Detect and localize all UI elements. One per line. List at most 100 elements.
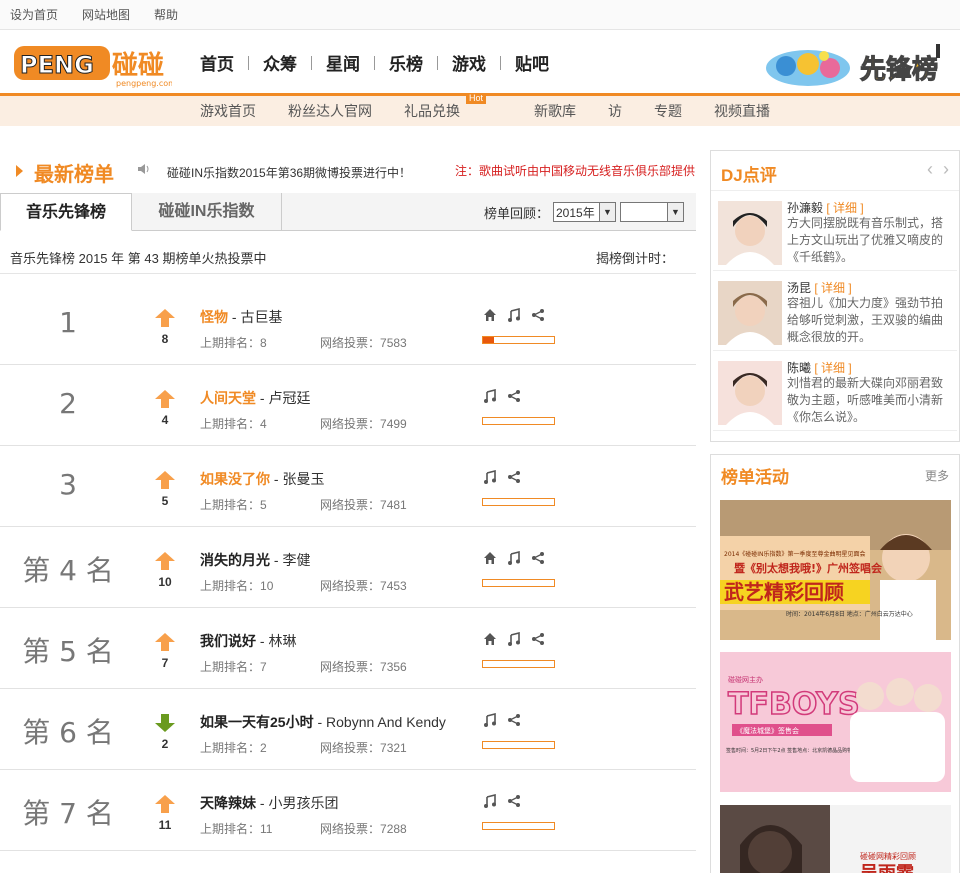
song-title[interactable]: 人间天堂 - 卢冠廷	[200, 388, 310, 408]
subnav-new-songs[interactable]: 新歌库	[534, 101, 576, 121]
share-icon[interactable]	[506, 793, 522, 809]
song-name[interactable]: 我们说好	[200, 633, 256, 649]
subnav-gift-exchange[interactable]: 礼品兑换 Hot	[404, 93, 492, 121]
subnav-live-video[interactable]: 视频直播	[714, 101, 770, 121]
music-note-icon[interactable]	[506, 631, 522, 647]
nav-forum[interactable]: 贴吧	[501, 50, 563, 75]
dj-avatar[interactable]	[718, 281, 782, 345]
tab-pioneer-chart[interactable]: 音乐先锋榜	[0, 193, 132, 231]
share-icon[interactable]	[506, 388, 522, 404]
chart-list: 1 8 怪物 - 古巨基 上期排名：8 网络投票：7583 2 4 人间天堂 - 卢冠廷 上期排…	[0, 284, 696, 851]
previous-rank-label: 上期排名：	[200, 579, 261, 593]
vote-progress-bar	[482, 741, 555, 749]
svg-text:先锋榜: 先锋榜	[860, 54, 938, 85]
song-title[interactable]: 我们说好 - 林琳	[200, 631, 296, 651]
song-name[interactable]: 如果没了你	[200, 471, 270, 487]
nav-charts[interactable]: 乐榜	[375, 50, 437, 75]
promo-logo-pioneer[interactable]: 先锋榜	[858, 42, 950, 88]
previous-rank-value: 8	[260, 336, 267, 350]
sitemap-link[interactable]: 网站地图	[82, 6, 130, 23]
music-note-icon[interactable]	[506, 550, 522, 566]
activity-banner[interactable]: 碰碰网精彩回顾 吴雨霏	[720, 805, 951, 873]
arrow-up-icon	[154, 794, 176, 814]
nav-crowdfund[interactable]: 众筹	[249, 50, 311, 75]
music-note-icon[interactable]	[482, 793, 498, 809]
song-name[interactable]: 消失的月光	[200, 552, 270, 568]
vote-progress-bar	[482, 417, 555, 425]
song-title[interactable]: 如果一天有25小时 - Robynn And Kendy	[200, 712, 446, 732]
site-logo[interactable]: PENG 碰碰 pengpeng.com	[12, 40, 176, 88]
music-note-icon[interactable]	[506, 307, 522, 323]
year-select[interactable]: 2015年 ▼	[553, 202, 616, 222]
subnav-game-home[interactable]: 游戏首页	[200, 101, 256, 121]
share-icon[interactable]	[530, 550, 546, 566]
help-link[interactable]: 帮助	[154, 6, 178, 23]
dj-avatar[interactable]	[718, 201, 782, 265]
share-icon[interactable]	[506, 469, 522, 485]
nav-games[interactable]: 游戏	[438, 50, 500, 75]
song-title[interactable]: 怪物 - 古巨基	[200, 307, 282, 327]
previous-rank-label: 上期排名：	[200, 498, 261, 512]
song-name[interactable]: 怪物	[200, 309, 228, 325]
dj-avatar[interactable]	[718, 361, 782, 425]
home-icon[interactable]	[482, 550, 498, 566]
dj-detail-link[interactable]: [ 详细 ]	[814, 281, 851, 295]
rank-change: 7	[161, 656, 169, 670]
set-home-link[interactable]: 设为首页	[10, 6, 58, 23]
music-note-icon[interactable]	[482, 712, 498, 728]
chart-activity-panel: 榜单活动 更多 2014《碰碰IN乐指数》第一季度至尊金曲明星见面会 暨《别太想…	[710, 454, 960, 873]
rank-label: 第 5 名	[22, 635, 114, 668]
song-title[interactable]: 如果没了你 - 张曼玉	[200, 469, 324, 489]
subnav-topics[interactable]: 专题	[654, 101, 682, 121]
music-note-icon[interactable]	[482, 469, 498, 485]
home-icon[interactable]	[482, 631, 498, 647]
nav-star-news[interactable]: 星闻	[312, 50, 374, 75]
share-icon[interactable]	[530, 631, 546, 647]
tab-in-index[interactable]: 碰碰IN乐指数	[132, 193, 282, 231]
dj-name: 陈曦	[787, 361, 812, 375]
previous-rank-label: 上期排名：	[200, 660, 261, 674]
dj-title: DJ点评	[721, 166, 777, 185]
promo-logo-game[interactable]	[764, 44, 852, 88]
song-name[interactable]: 天降辣妹	[200, 795, 256, 811]
music-note-icon[interactable]	[482, 388, 498, 404]
subnav-gift-label: 礼品兑换	[404, 103, 460, 119]
vote-count-label: 网络投票：	[320, 498, 381, 512]
share-icon[interactable]	[506, 712, 522, 728]
activity-banner[interactable]: 碰碰网主办 TFBOYS 《魔法城堡》签售会 签售时间：5月2日下午2点 签售地…	[720, 652, 951, 792]
row-actions	[482, 631, 546, 647]
song-title[interactable]: 消失的月光 - 李健	[200, 550, 310, 570]
vote-progress-bar	[482, 336, 555, 344]
dj-detail-link[interactable]: [ 详细 ]	[814, 361, 851, 375]
activity-more-link[interactable]: 更多	[925, 467, 949, 484]
section-header: 最新榜单 碰碰IN乐指数2015年第36期微博投票进行中！ 注：歌曲试听由中国移…	[0, 150, 696, 190]
subnav-fans-site[interactable]: 粉丝达人官网	[288, 101, 372, 121]
share-icon[interactable]	[530, 307, 546, 323]
vote-count-value: 7583	[380, 336, 407, 350]
home-icon[interactable]	[482, 307, 498, 323]
vote-progress-fill	[483, 337, 494, 343]
subnav-interview[interactable]: 访	[608, 101, 622, 121]
activity-header: 榜单活动 更多	[711, 455, 959, 495]
song-name[interactable]: 如果一天有25小时	[200, 714, 314, 730]
song-title[interactable]: 天降辣妹 - 小男孩乐团	[200, 793, 338, 813]
rank-change: 2	[161, 737, 169, 751]
dj-review-panel: DJ点评 ‹ › 孙濂毅 [ 详细 ] 方大同摆脱既有音乐制式，搭上方文山玩出了优…	[710, 150, 960, 442]
row-actions	[482, 469, 522, 485]
dj-name: 汤昆	[787, 281, 812, 295]
activity-banner[interactable]: 2014《碰碰IN乐指数》第一季度至尊金曲明星见面会 暨《别太想我哦!》广州签唱…	[720, 500, 951, 640]
period-select[interactable]: ▼	[620, 202, 684, 222]
vote-count: 网络投票：7583	[320, 334, 407, 351]
song-name[interactable]: 人间天堂	[200, 390, 256, 406]
arrow-up-icon	[154, 632, 176, 652]
nav-home[interactable]: 首页	[186, 50, 248, 75]
speaker-icon	[137, 163, 151, 178]
dj-detail-link[interactable]: [ 详细 ]	[826, 201, 863, 215]
vote-count: 网络投票：7356	[320, 658, 407, 675]
arrow-up-icon	[154, 308, 176, 328]
site-header: PENG 碰碰 pengpeng.com 首页 众筹 星闻 乐榜 游戏 贴吧 先…	[0, 30, 960, 96]
period-text: 音乐先锋榜 2015 年 第 43 期榜单火热投票中	[10, 251, 267, 266]
chevron-right-icon[interactable]: ›	[943, 159, 949, 180]
vote-marquee[interactable]: 碰碰IN乐指数2015年第36期微博投票进行中！	[167, 164, 411, 181]
chevron-left-icon[interactable]: ‹	[927, 159, 933, 180]
